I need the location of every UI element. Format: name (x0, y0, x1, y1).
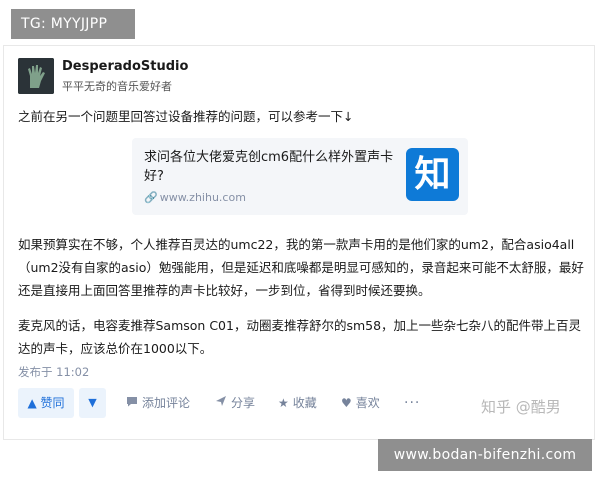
published-time: 发布于 11:02 (18, 365, 90, 379)
share-button[interactable]: 分享 (215, 388, 255, 418)
intro-text: 之前在另一个问题里回答过设备推荐的问题，可以参考一下↓ (18, 109, 354, 124)
answer-paragraph: 如果预算实在不够，个人推荐百灵达的umc22，我的第一款声卡用的是他们家的um2… (18, 237, 584, 298)
comment-button[interactable]: 添加评论 (126, 388, 190, 418)
triangle-down-icon: ▼ (88, 396, 97, 409)
author-name[interactable]: DesperadoStudio (62, 59, 188, 74)
link-card-url: 🔗 www.zhihu.com (144, 191, 246, 204)
share-label: 分享 (231, 396, 256, 410)
zhihu-logo: 知 (406, 148, 459, 201)
answer-paragraph: 麦克风的话，电容麦推荐Samson C01，动圈麦推荐舒尔的sm58，加上一些杂… (18, 318, 582, 356)
comment-icon (126, 388, 138, 418)
downvote-button[interactable]: ▼ (79, 388, 106, 418)
more-button[interactable]: ··· (404, 388, 420, 418)
link-card[interactable]: 求问各位大佬爱克创cm6配什么样外置声卡好? 🔗 www.zhihu.com 知 (132, 138, 468, 215)
upvote-label: 赞同 (40, 396, 65, 410)
link-card-title: 求问各位大佬爱克创cm6配什么样外置声卡好? (144, 150, 394, 184)
author-bio: 平平无奇的音乐爱好者 (62, 80, 172, 93)
link-icon: 🔗 (144, 191, 158, 204)
link-card-url-text: www.zhihu.com (159, 191, 246, 204)
heart-icon: ♥ (341, 396, 352, 410)
zhihu-watermark: 知乎 @酷男 (481, 398, 561, 416)
triangle-up-icon: ▲ (27, 396, 37, 410)
like-button[interactable]: ♥ 喜欢 (341, 388, 380, 418)
avatar-hand-image (18, 58, 54, 94)
upvote-button[interactable]: ▲ 赞同 (18, 388, 74, 418)
share-icon (215, 388, 227, 418)
star-icon: ★ (278, 396, 289, 410)
avatar[interactable] (18, 58, 54, 94)
favorite-button[interactable]: ★ 收藏 (278, 388, 317, 418)
answer-card: DesperadoStudio 平平无奇的音乐爱好者 之前在另一个问题里回答过设… (3, 45, 595, 440)
comment-label: 添加评论 (142, 396, 191, 410)
footer-url-badge: www.bodan-bifenzhi.com (378, 439, 592, 471)
like-label: 喜欢 (355, 396, 380, 410)
tag-badge: TG: MYYJJPP (11, 9, 135, 39)
favorite-label: 收藏 (292, 396, 317, 410)
